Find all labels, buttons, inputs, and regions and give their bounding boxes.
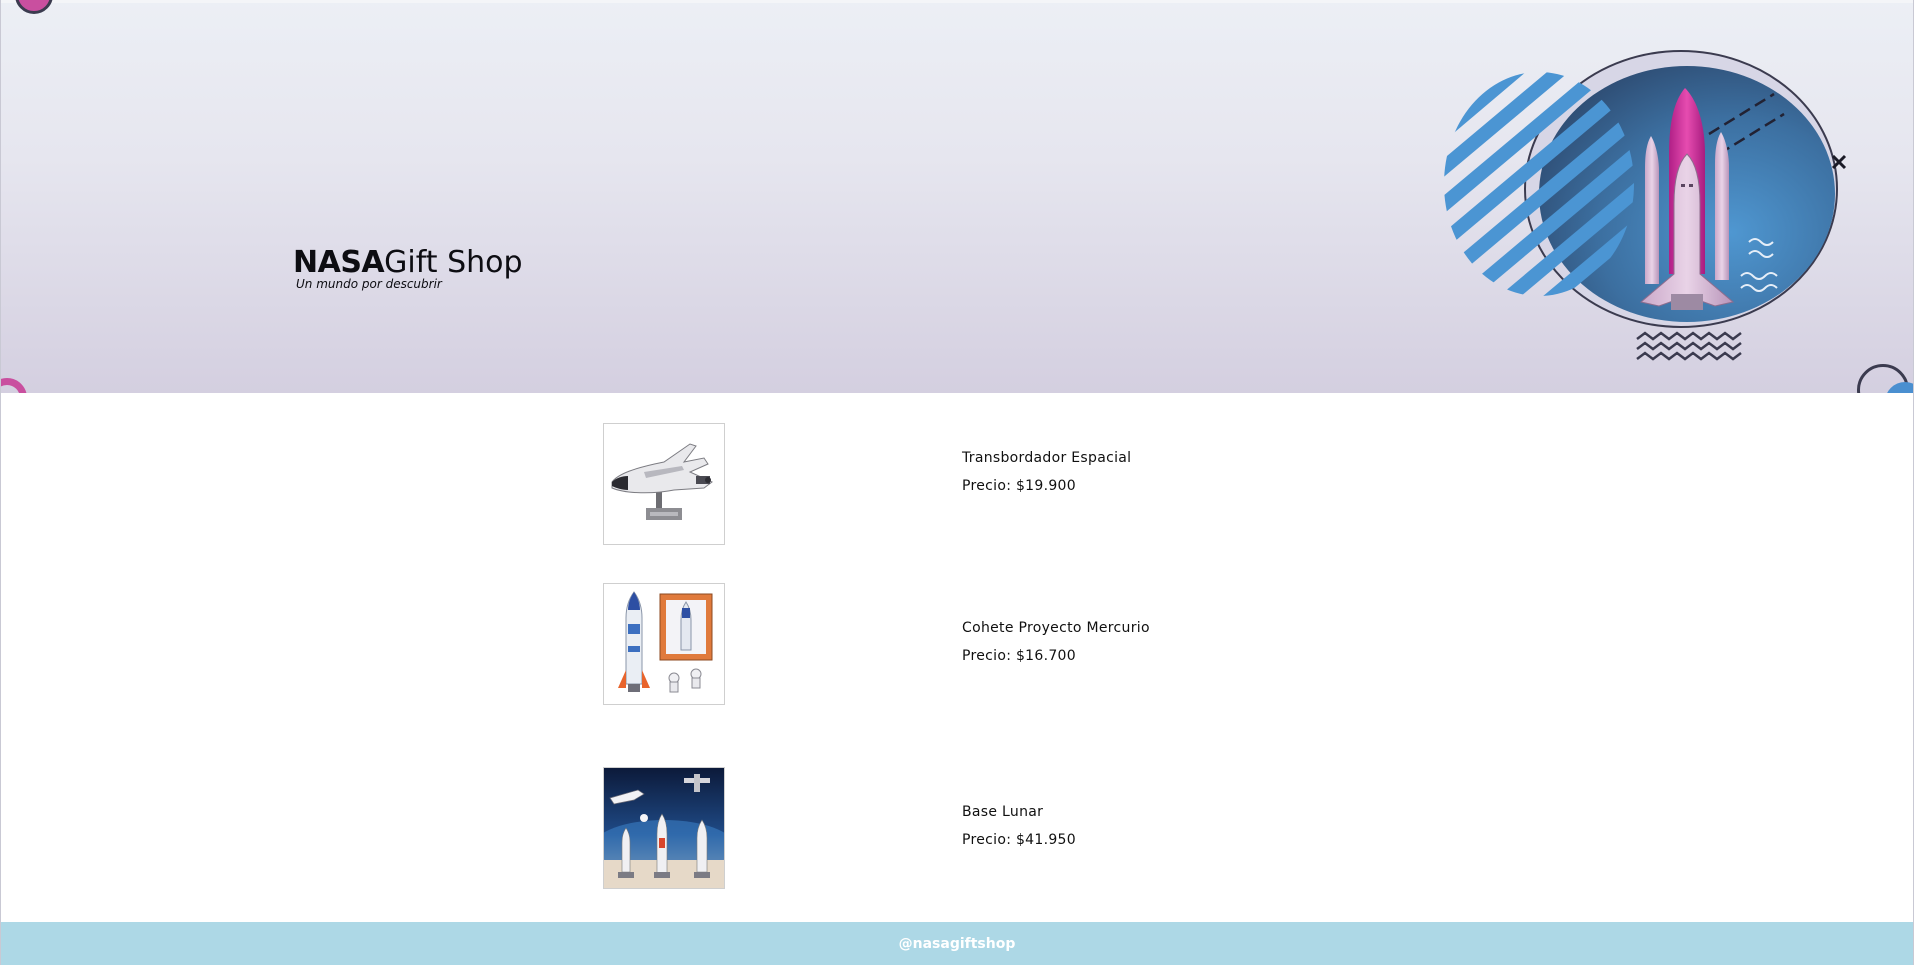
- product-item[interactable]: Base Lunar Precio: $41.950: [603, 767, 1303, 889]
- product-info: Base Lunar Precio: $41.950: [962, 804, 1282, 848]
- product-name[interactable]: Transbordador Espacial: [962, 450, 1282, 466]
- space-shuttle-hero-illustration: [1444, 50, 1847, 361]
- product-price: Precio: $16.700: [962, 648, 1076, 664]
- product-name[interactable]: Base Lunar: [962, 804, 1282, 820]
- product-info: Transbordador Espacial Precio: $19.900: [962, 450, 1282, 494]
- brand-name-strong: NASA: [293, 245, 385, 280]
- product-name[interactable]: Cohete Proyecto Mercurio: [962, 620, 1282, 636]
- brand-logo[interactable]: NASAGift Shop Un mundo por descubrir: [293, 246, 523, 292]
- page: NASAGift Shop Un mundo por descubrir Tra…: [0, 0, 1914, 969]
- rocket-toy-set-image[interactable]: [603, 583, 725, 705]
- space-shuttle-model-image[interactable]: [603, 423, 725, 545]
- product-price: Precio: $41.950: [962, 832, 1076, 848]
- product-price: Precio: $19.900: [962, 478, 1076, 494]
- decorative-circle-icon: [15, 0, 53, 14]
- brand-name-light: Gift Shop: [384, 245, 523, 280]
- footer: @nasagiftshop: [1, 922, 1913, 965]
- hero-top-edge: [1, 0, 1913, 3]
- social-handle-link[interactable]: @nasagiftshop: [899, 936, 1016, 952]
- product-info: Cohete Proyecto Mercurio Precio: $16.700: [962, 620, 1282, 664]
- lunar-base-toy-image[interactable]: [603, 767, 725, 889]
- product-item[interactable]: Transbordador Espacial Precio: $19.900: [603, 423, 1303, 545]
- decorative-ring-icon: [1, 378, 27, 393]
- brand-title: NASAGift Shop: [293, 246, 523, 280]
- hero-header: NASAGift Shop Un mundo por descubrir: [1, 0, 1913, 393]
- product-item[interactable]: Cohete Proyecto Mercurio Precio: $16.700: [603, 583, 1303, 705]
